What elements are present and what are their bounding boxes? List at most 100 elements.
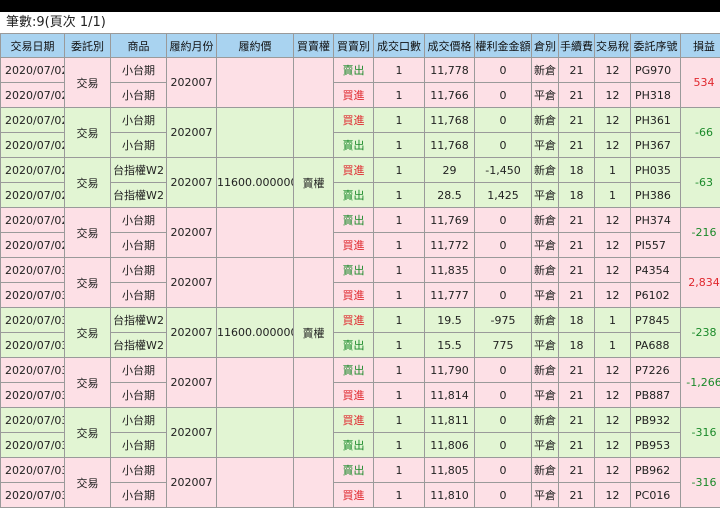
cell-fee: 21 [558,257,595,283]
cell-price: 11,810 [424,482,475,508]
cell-pnl: 534 [680,57,720,108]
col-header-price[interactable]: 成交價格 [424,33,475,58]
cell-tax: 12 [594,132,631,158]
cell-price: 29 [424,157,475,183]
col-header-call-put[interactable]: 買賣權 [293,33,334,58]
col-header-fee[interactable]: 手續費 [558,33,595,58]
cell-premium: 0 [474,432,532,458]
table-row[interactable]: 2020/07/02 交易 小台期 202007 賣出 1 11,778 0 新倉 21 12 PG9… [0,57,720,108]
col-header-pnl[interactable]: 損益 [680,33,720,58]
table-row[interactable]: 2020/07/02 交易 小台期 202007 賣出 1 11,769 0 新倉 21 12 PH3… [0,207,720,258]
cell-tax: 12 [594,382,631,408]
cell-pnl: -238 [680,307,720,358]
cell-trade-date: 2020/07/02 [0,157,65,183]
cell-position-type: 平倉 [531,282,559,308]
table-row[interactable]: 2020/07/03 交易 小台期 202007 買進 1 11,811 0 新倉 21 12 PB9… [0,407,720,458]
cell-entrust-type: 交易 [64,107,111,158]
cell-tax: 1 [594,157,631,183]
cell-quantity: 1 [373,82,425,108]
cell-fee: 21 [558,282,595,308]
cell-pnl: -66 [680,107,720,158]
cell-product: 台指權W2 [110,332,167,358]
cell-position-type: 新倉 [531,257,559,283]
cell-order-no: P4354 [630,257,681,283]
cell-buy-sell: 買進 [333,107,374,133]
col-header-position-type[interactable]: 倉別 [531,33,559,58]
table-row[interactable]: 2020/07/02 交易 台指權W2 202007 11600.000000 賣權 買進 1… [0,157,720,208]
cell-order-no: PH318 [630,82,681,108]
col-header-tax[interactable]: 交易稅 [594,33,631,58]
col-header-entrust-type[interactable]: 委託別 [64,33,111,58]
cell-call-put: 賣權 [293,157,334,208]
cell-pnl: -63 [680,157,720,208]
cell-quantity: 1 [373,57,425,83]
cell-price: 11,772 [424,232,475,258]
cell-tax: 12 [594,57,631,83]
cell-entrust-type: 交易 [64,307,111,358]
col-header-quantity[interactable]: 成交口數 [373,33,425,58]
cell-trade-date: 2020/07/02 [0,82,65,108]
cell-trade-date: 2020/07/02 [0,57,65,83]
cell-quantity: 1 [373,282,425,308]
cell-contract-month: 202007 [166,107,217,158]
table-row[interactable]: 2020/07/02 交易 小台期 202007 買進 1 11,768 0 新倉 21 12 PH3… [0,107,720,158]
col-header-premium[interactable]: 權利金金額 [474,33,532,58]
table-row[interactable]: 2020/07/03 交易 台指權W2 202007 11600.000000 賣權 買進 1… [0,307,720,358]
cell-order-no: PH386 [630,182,681,208]
cell-product: 小台期 [110,432,167,458]
cell-fee: 21 [558,357,595,383]
cell-trade-date: 2020/07/03 [0,357,65,383]
cell-product: 小台期 [110,232,167,258]
cell-call-put [293,257,334,308]
cell-position-type: 新倉 [531,357,559,383]
cell-quantity: 1 [373,107,425,133]
cell-premium: 0 [474,282,532,308]
cell-trade-date: 2020/07/02 [0,182,65,208]
cell-fee: 21 [558,107,595,133]
cell-quantity: 1 [373,232,425,258]
cell-buy-sell: 買進 [333,407,374,433]
cell-order-no: PI557 [630,232,681,258]
col-header-trade-date[interactable]: 交易日期 [0,33,65,58]
cell-price: 11,811 [424,407,475,433]
cell-position-type: 新倉 [531,407,559,433]
cell-order-no: PB932 [630,407,681,433]
cell-order-no: PB887 [630,382,681,408]
cell-call-put [293,207,334,258]
cell-tax: 12 [594,107,631,133]
col-header-order-no[interactable]: 委託序號 [630,33,681,58]
cell-price: 11,778 [424,57,475,83]
cell-order-no: PB953 [630,432,681,458]
col-header-contract-month[interactable]: 履約月份 [166,33,217,58]
cell-tax: 12 [594,207,631,233]
col-header-buy-sell[interactable]: 買賣別 [333,33,374,58]
cell-strike-price [216,457,294,508]
status-bar [0,0,720,12]
table-row[interactable]: 2020/07/03 交易 小台期 202007 賣出 1 11,835 0 新倉 21 12 P43… [0,257,720,308]
cell-contract-month: 202007 [166,57,217,108]
table-row[interactable]: 2020/07/03 交易 小台期 202007 賣出 1 11,805 0 新倉 21 12 PB9… [0,457,720,508]
cell-fee: 18 [558,307,595,333]
cell-trade-date: 2020/07/03 [0,407,65,433]
cell-pnl: -216 [680,207,720,258]
cell-position-type: 新倉 [531,207,559,233]
cell-price: 15.5 [424,332,475,358]
cell-order-no: PC016 [630,482,681,508]
cell-order-no: PA688 [630,332,681,358]
table-row[interactable]: 2020/07/03 交易 小台期 202007 賣出 1 11,790 0 新倉 21 12 P72… [0,357,720,408]
cell-premium: 0 [474,457,532,483]
col-header-strike-price[interactable]: 履約價 [216,33,294,58]
cell-premium: 0 [474,82,532,108]
cell-fee: 18 [558,332,595,358]
cell-quantity: 1 [373,132,425,158]
cell-order-no: PB962 [630,457,681,483]
cell-contract-month: 202007 [166,207,217,258]
cell-fee: 21 [558,482,595,508]
cell-order-no: P7845 [630,307,681,333]
cell-tax: 12 [594,407,631,433]
col-header-product[interactable]: 商品 [110,33,167,58]
cell-position-type: 新倉 [531,307,559,333]
cell-product: 台指權W2 [110,157,167,183]
cell-quantity: 1 [373,257,425,283]
cell-tax: 12 [594,357,631,383]
